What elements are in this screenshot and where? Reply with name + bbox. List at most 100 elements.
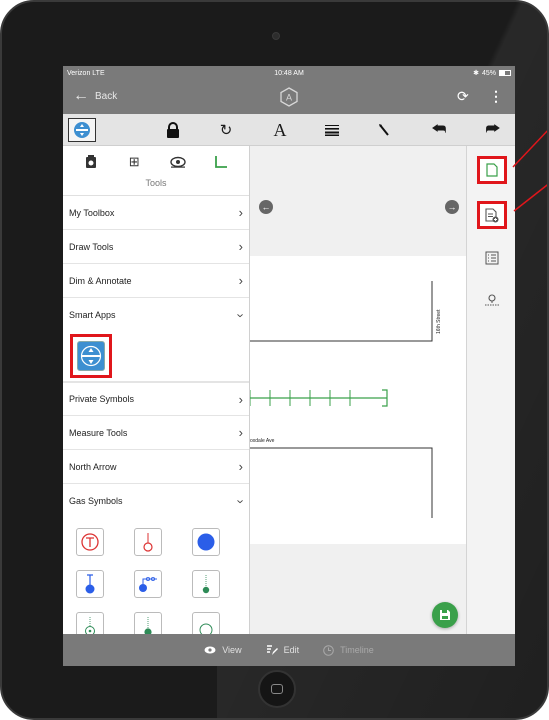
gas-symbol-plug[interactable] (134, 612, 162, 634)
menu-dim-annotate[interactable]: Dim & Annotate › (63, 264, 249, 298)
undo-icon: ⮪ (431, 121, 447, 138)
redo-button[interactable]: ⮫ (481, 118, 505, 142)
tab-view[interactable]: View (204, 645, 242, 655)
panel-crop-button[interactable]: ⊞ (122, 150, 146, 174)
chevron-right-icon: › (238, 239, 243, 254)
tab-edit[interactable]: Edit (266, 644, 300, 656)
undo-button[interactable]: ⮪ (427, 118, 451, 142)
pen-icon (379, 124, 389, 136)
text-icon: A (273, 119, 287, 140)
meter-icon (143, 533, 153, 552)
gas-symbol-node[interactable] (192, 528, 220, 556)
eye-icon (170, 156, 186, 168)
home-square-icon (271, 684, 283, 694)
drawing-toolbar: ↻ A ⮪ ⮫ (63, 114, 515, 146)
menu-draw-tools[interactable]: Draw Tools › (63, 230, 249, 264)
location-button[interactable] (477, 286, 507, 314)
valve-green-icon (202, 575, 210, 594)
canvas-prev-button[interactable]: ← (259, 200, 273, 214)
gas-symbol-riser[interactable] (76, 570, 104, 598)
menu-measure-tools[interactable]: Measure Tools › (63, 416, 249, 450)
panel-angle-button[interactable] (209, 150, 233, 174)
chevron-down-icon: › (233, 312, 249, 318)
gas-symbol-more-1[interactable] (192, 612, 220, 634)
crop-icon: ⊞ (128, 154, 140, 169)
smart-app-icon (80, 345, 102, 367)
ipad-frame: Verizon LTE 10:48 AM ✱ 45% ← Back A ⟳ ⋮ (0, 0, 549, 720)
front-camera (272, 32, 280, 40)
line-weight-button[interactable] (320, 118, 344, 142)
panel-camera-button[interactable] (79, 150, 103, 174)
tee-valve-icon (81, 533, 99, 551)
menu-label: My Toolbox (69, 207, 115, 218)
menu-north-arrow[interactable]: North Arrow › (63, 450, 249, 484)
app-logo-icon: A (280, 87, 298, 107)
gas-symbol-valve-green[interactable] (192, 570, 220, 598)
riser-icon (85, 574, 95, 594)
more-menu-icon[interactable]: ⋮ (489, 88, 503, 105)
new-page-button[interactable] (477, 156, 507, 184)
menu-label: Smart Apps (69, 310, 116, 320)
smart-app-tool-button[interactable] (68, 118, 96, 142)
street-label-horizontal: oxdale Ave (250, 438, 275, 444)
map-pin-icon (485, 294, 499, 306)
menu-smart-apps[interactable]: Smart Apps › (63, 298, 249, 332)
layers-list-button[interactable] (477, 244, 507, 272)
tab-view-label: View (222, 645, 242, 655)
eye-icon (204, 646, 216, 654)
panel-visibility-button[interactable] (166, 150, 190, 174)
drawing-canvas[interactable]: ← → oxdale Ave 16th Street (250, 146, 466, 634)
tab-timeline[interactable]: Timeline (323, 644, 374, 656)
gas-symbol-tee-valve[interactable] (76, 528, 104, 556)
app-screen: Verizon LTE 10:48 AM ✱ 45% ← Back A ⟳ ⋮ (63, 66, 515, 666)
menu-label: Dim & Annotate (69, 275, 132, 286)
gas-symbol-meter[interactable] (134, 528, 162, 556)
save-button[interactable] (432, 602, 458, 628)
drawing-sheet: oxdale Ave 16th Street (250, 256, 466, 544)
add-page-button[interactable] (477, 201, 507, 229)
pen-tool-button[interactable] (372, 118, 396, 142)
back-label: Back (95, 90, 118, 102)
status-bar: Verizon LTE 10:48 AM ✱ 45% (63, 66, 515, 80)
chevron-down-icon: › (233, 498, 249, 504)
tools-panel: ⊞ Tools My Toolbox › Draw Tools › Dim & … (63, 146, 250, 634)
menu-label: Private Symbols (69, 394, 135, 404)
back-button[interactable]: ← Back (73, 88, 117, 104)
edit-icon (266, 645, 278, 655)
home-button[interactable] (258, 670, 296, 708)
chevron-right-icon: › (238, 273, 243, 288)
menu-label: Measure Tools (69, 427, 128, 438)
add-page-icon (485, 207, 499, 222)
arrow-right-icon: → (447, 202, 457, 212)
menu-label: Draw Tools (69, 241, 114, 252)
text-tool-button[interactable]: A (268, 118, 292, 142)
menu-my-toolbox[interactable]: My Toolbox › (63, 196, 249, 230)
gauge-icon (199, 623, 213, 634)
menu-gas-symbols[interactable]: Gas Symbols › (63, 484, 249, 518)
gas-symbol-service-line[interactable] (134, 570, 162, 598)
clock-icon (323, 644, 334, 656)
rotate-tool-button[interactable]: ↻ (214, 118, 238, 142)
smart-app-icon (74, 122, 90, 138)
regulator-icon (85, 617, 95, 634)
panel-icon-bar: ⊞ (63, 146, 249, 178)
new-page-icon (486, 163, 498, 177)
sync-icon[interactable]: ⟳ (457, 88, 469, 105)
tab-edit-label: Edit (283, 645, 300, 655)
angle-icon (215, 156, 228, 168)
chevron-right-icon: › (238, 459, 243, 474)
canvas-next-button[interactable]: → (445, 200, 459, 214)
rotate-icon: ↻ (219, 122, 233, 139)
clock-label: 10:48 AM (274, 69, 304, 77)
bottom-tab-bar: View Edit Timeline (63, 634, 515, 666)
plug-icon (144, 617, 152, 634)
annotation-arrows (512, 130, 547, 212)
menu-label: North Arrow (69, 461, 117, 472)
battery-icon (499, 70, 511, 76)
menu-private-symbols[interactable]: Private Symbols › (63, 382, 249, 416)
chevron-right-icon: › (238, 205, 243, 220)
lock-button[interactable] (161, 118, 185, 142)
gas-symbol-regulator[interactable] (76, 612, 104, 634)
smart-app-button[interactable] (77, 341, 105, 371)
smart-apps-list (63, 332, 249, 382)
